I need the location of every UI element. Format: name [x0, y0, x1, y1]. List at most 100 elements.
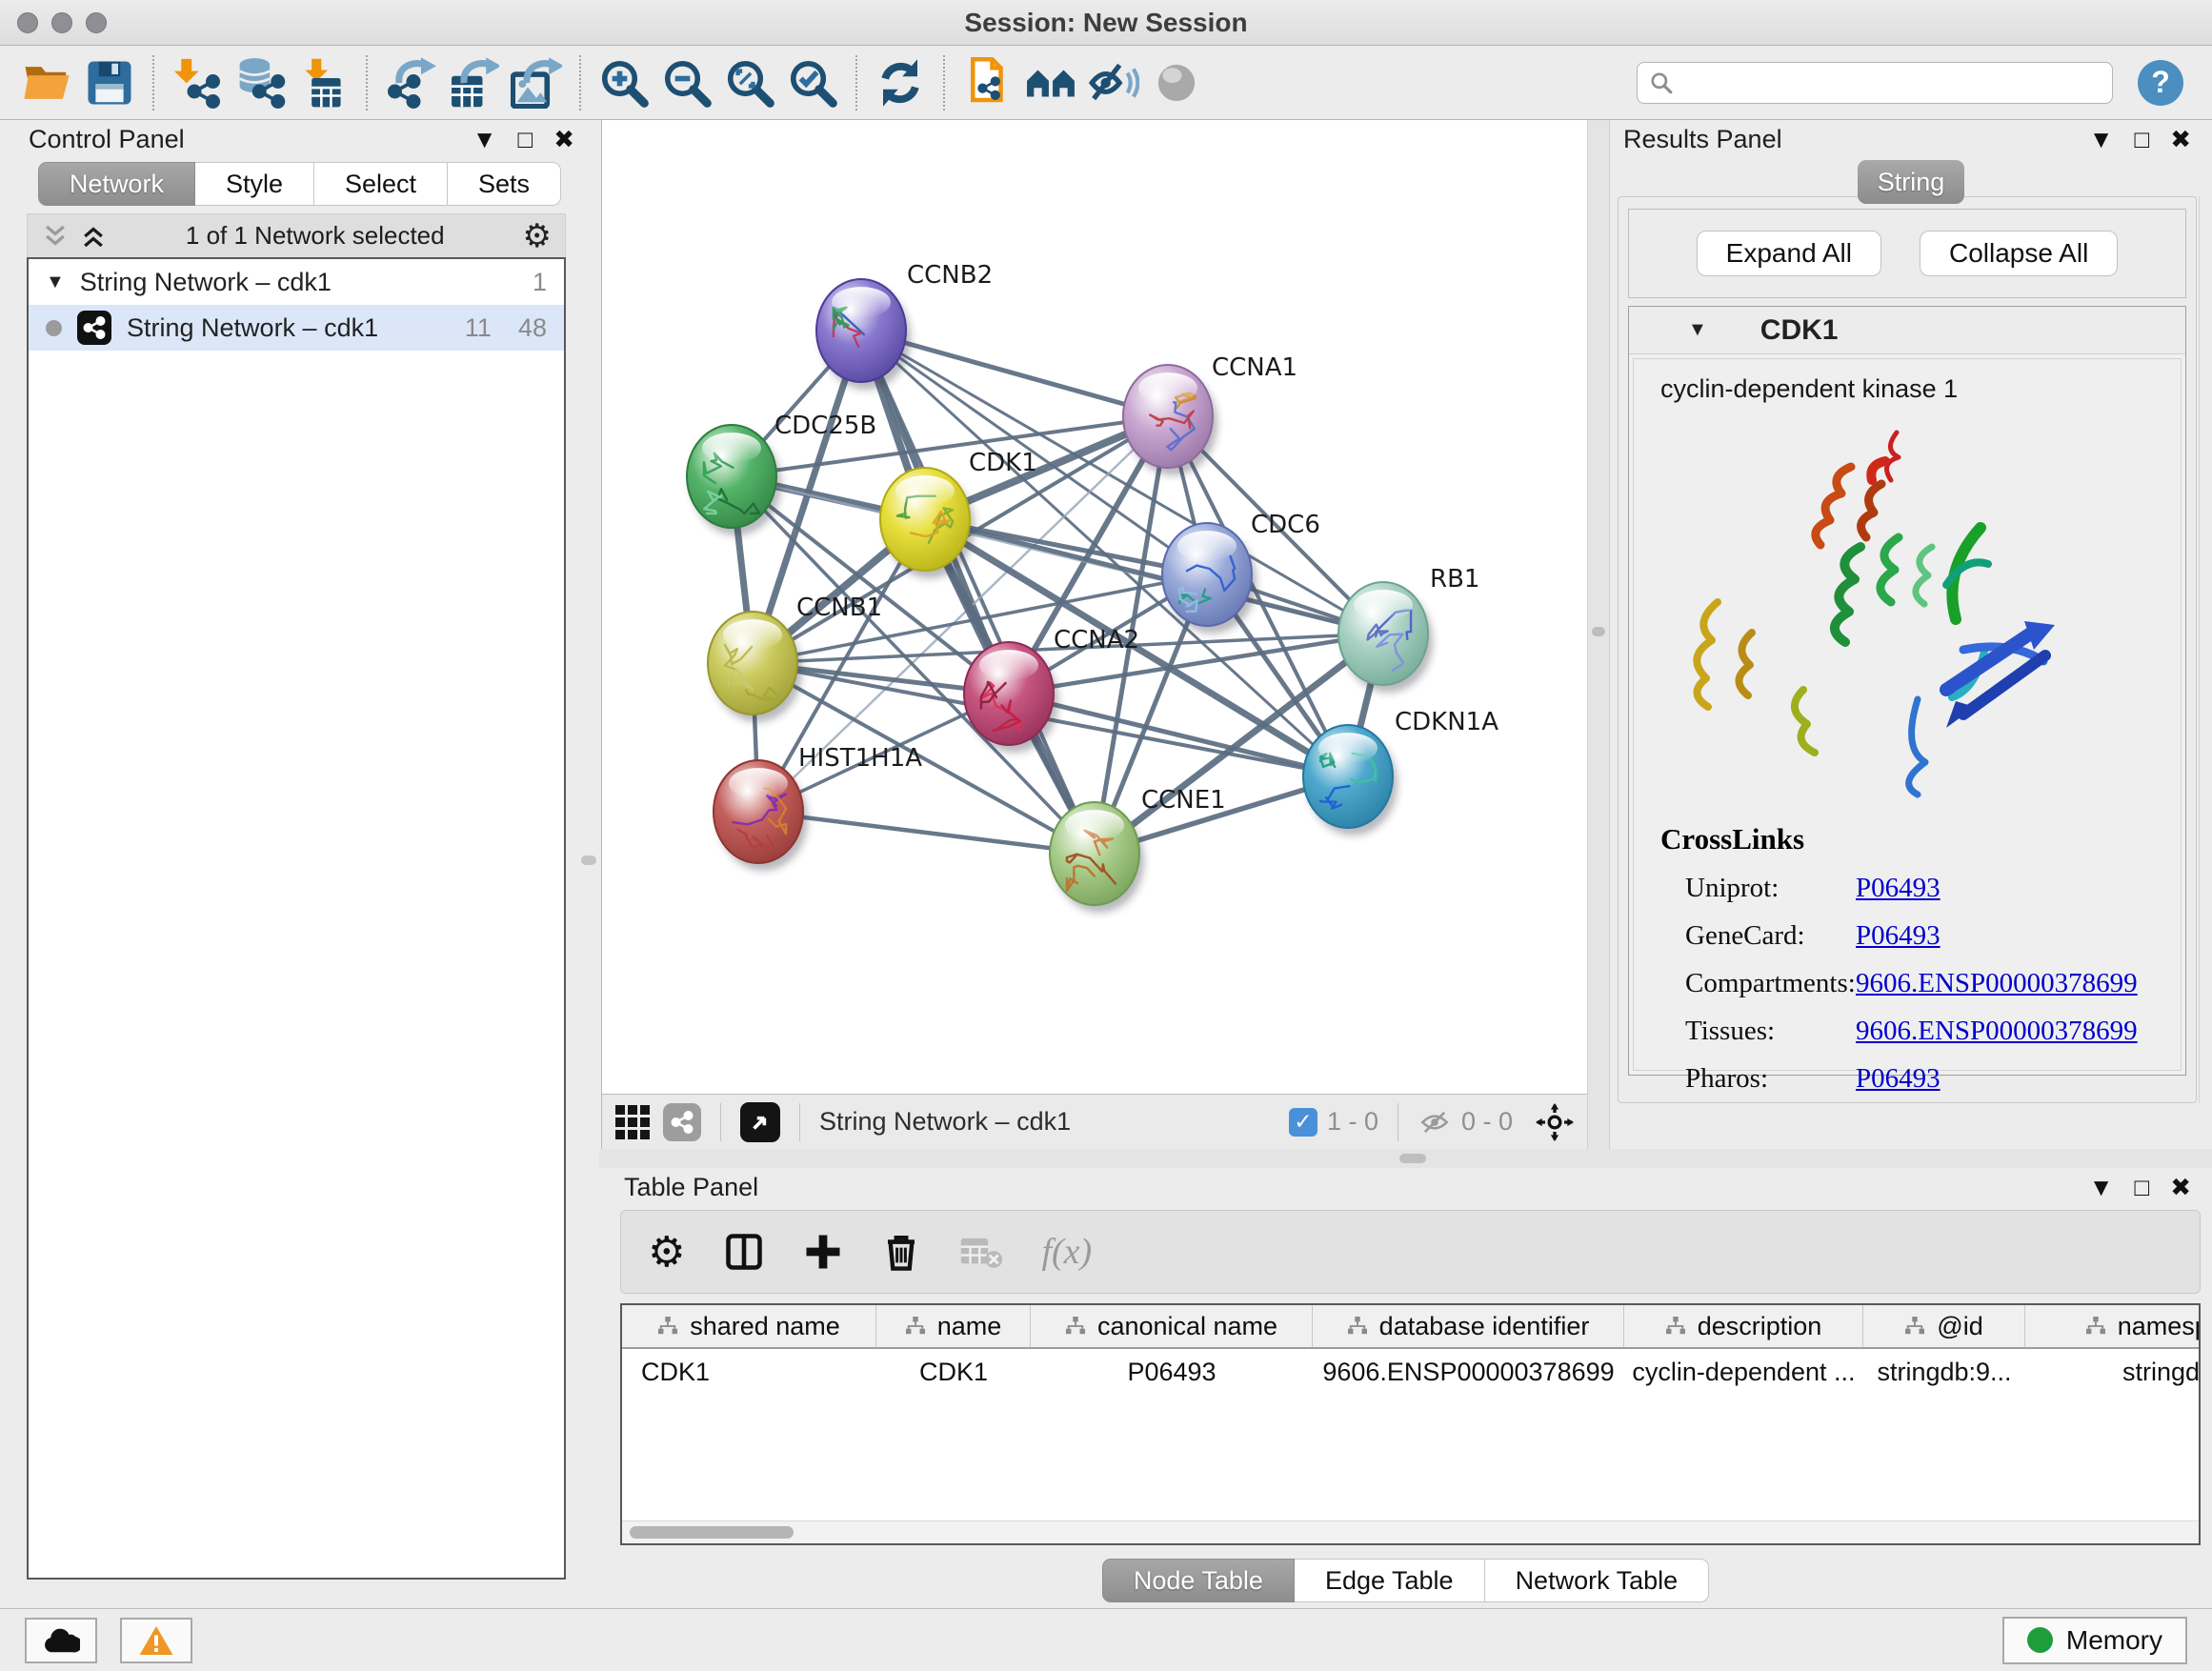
- zoom-selected-button[interactable]: [781, 52, 844, 113]
- export-table-file-button[interactable]: [442, 52, 505, 113]
- control-panel-divider-handle[interactable]: [581, 856, 596, 865]
- network-node-RB1[interactable]: [1338, 582, 1433, 693]
- canvas-results-divider[interactable]: [1587, 120, 1610, 1149]
- toggle-graphics-button[interactable]: [1145, 52, 1208, 113]
- node-label-CDC6: CDC6: [1251, 511, 1320, 539]
- panel-close-icon[interactable]: ✖: [2170, 1173, 2191, 1202]
- results-scrollbar[interactable]: [2199, 196, 2212, 1103]
- network-node-CCNA1[interactable]: [1123, 365, 1217, 475]
- expander-icon[interactable]: ▼: [46, 272, 65, 293]
- expand-all-icon[interactable]: [79, 222, 108, 251]
- tab-network-table[interactable]: Network Table: [1485, 1559, 1710, 1602]
- cloud-button[interactable]: [25, 1618, 97, 1663]
- memory-button[interactable]: Memory: [2002, 1617, 2187, 1664]
- zoom-in-button[interactable]: [593, 52, 655, 113]
- network-node-CDKN1A[interactable]: [1303, 725, 1398, 836]
- network-edge[interactable]: [861, 331, 1095, 854]
- export-image-button[interactable]: [505, 52, 568, 113]
- network-canvas[interactable]: CCNB2CCNA1CDC25BCDK1CDC6RB1CCNB1CCNA2CDK…: [601, 120, 1587, 1094]
- help-button[interactable]: ?: [2138, 60, 2183, 106]
- network-node-CCNB2[interactable]: [816, 279, 911, 390]
- import-network-file-button[interactable]: [166, 52, 229, 113]
- panel-close-icon[interactable]: ✖: [2170, 125, 2191, 154]
- crosslink-link[interactable]: P06493: [1856, 1063, 1941, 1095]
- network-row[interactable]: String Network – cdk1 11 48: [29, 305, 564, 351]
- save-session-button[interactable]: [78, 52, 141, 113]
- hidden-eye-icon[interactable]: [1418, 1109, 1452, 1136]
- column-header[interactable]: name: [876, 1305, 1031, 1347]
- tab-sets[interactable]: Sets: [448, 162, 561, 206]
- tab-style[interactable]: Style: [195, 162, 314, 206]
- collapse-all-button[interactable]: Collapse All: [1920, 231, 2118, 276]
- column-header[interactable]: namespace: [2025, 1305, 2201, 1347]
- zoom-out-button[interactable]: [655, 52, 718, 113]
- hide-selected-button[interactable]: [1082, 52, 1145, 113]
- panel-menu-icon[interactable]: ▼: [2089, 1173, 2114, 1202]
- create-column-plus-icon[interactable]: [803, 1232, 843, 1272]
- crosslink-row: Pharos:P06493: [1660, 1063, 2181, 1095]
- apply-layout-button[interactable]: [869, 52, 932, 113]
- warnings-button[interactable]: [120, 1618, 192, 1663]
- show-all-button[interactable]: [1019, 52, 1082, 113]
- network-node-CCNE1[interactable]: [1050, 802, 1144, 913]
- table-cell: 9606.ENSP00000378699: [1313, 1358, 1624, 1387]
- column-header[interactable]: database identifier: [1313, 1305, 1624, 1347]
- collapse-all-icon[interactable]: [41, 222, 70, 251]
- network-node-CCNB1[interactable]: [708, 612, 802, 722]
- delete-column-trash-icon[interactable]: [881, 1232, 921, 1272]
- crosslink-link[interactable]: 9606.ENSP00000378699: [1856, 968, 2138, 999]
- tab-select[interactable]: Select: [314, 162, 448, 206]
- birdseye-view-icon[interactable]: [740, 1102, 780, 1142]
- panel-float-icon[interactable]: □: [2134, 1173, 2149, 1202]
- table-row[interactable]: CDK1CDK1P064939606.ENSP00000378699cyclin…: [622, 1349, 2199, 1395]
- network-options-gear-icon[interactable]: ⚙: [523, 217, 552, 255]
- open-panel-button[interactable]: [956, 52, 1019, 113]
- column-header[interactable]: @id: [1863, 1305, 2025, 1347]
- delete-table-icon: [959, 1232, 1003, 1272]
- network-node-CDC25B[interactable]: [687, 425, 781, 535]
- show-columns-icon[interactable]: [723, 1231, 765, 1273]
- network-collection-row[interactable]: ▼ String Network – cdk1 1: [29, 259, 564, 305]
- entry-expander-icon[interactable]: ▼: [1688, 319, 1707, 341]
- column-header[interactable]: canonical name: [1031, 1305, 1313, 1347]
- panel-float-icon[interactable]: □: [517, 125, 533, 154]
- import-network-database-button[interactable]: [229, 52, 292, 113]
- open-folder-icon: [21, 57, 72, 109]
- zoom-fit-button[interactable]: [718, 52, 781, 113]
- column-header[interactable]: description: [1624, 1305, 1863, 1347]
- import-table-file-button[interactable]: [292, 52, 354, 113]
- panel-close-icon[interactable]: ✖: [553, 125, 574, 154]
- network-type-icon[interactable]: [663, 1103, 701, 1141]
- panel-menu-icon[interactable]: ▼: [473, 125, 497, 154]
- pan-crosshair-icon[interactable]: [1536, 1103, 1574, 1141]
- network-node-CDC6[interactable]: [1162, 523, 1257, 634]
- node-table[interactable]: shared namenamecanonical namedatabase id…: [620, 1303, 2201, 1545]
- panel-float-icon[interactable]: □: [2134, 125, 2149, 154]
- search-input[interactable]: [1683, 68, 2101, 97]
- window-titlebar: Session: New Session: [0, 0, 2212, 46]
- node-count: 11: [465, 313, 492, 343]
- selected-checkbox-icon[interactable]: ✓: [1289, 1108, 1317, 1137]
- network-node-CCNA2[interactable]: [964, 642, 1058, 753]
- tab-node-table[interactable]: Node Table: [1102, 1559, 1295, 1602]
- expand-all-button[interactable]: Expand All: [1697, 231, 1881, 276]
- results-tab-string[interactable]: String: [1858, 160, 1964, 204]
- network-node-CDK1[interactable]: [880, 468, 975, 578]
- crosslink-link[interactable]: P06493: [1856, 873, 1941, 904]
- crosslink-link[interactable]: P06493: [1856, 920, 1941, 952]
- open-session-button[interactable]: [15, 52, 78, 113]
- node-label-CCNB2: CCNB2: [907, 261, 993, 290]
- network-edge[interactable]: [758, 812, 1095, 854]
- column-header[interactable]: shared name: [622, 1305, 876, 1347]
- tab-network[interactable]: Network: [38, 162, 195, 206]
- table-settings-gear-icon[interactable]: ⚙: [648, 1228, 685, 1277]
- network-graph[interactable]: CCNB2CCNA1CDC25BCDK1CDC6RB1CCNB1CCNA2CDK…: [602, 120, 1588, 1094]
- panel-menu-icon[interactable]: ▼: [2089, 125, 2114, 154]
- export-network-file-button[interactable]: [379, 52, 442, 113]
- canvas-table-divider[interactable]: [599, 1149, 2212, 1168]
- tab-edge-table[interactable]: Edge Table: [1295, 1559, 1485, 1602]
- grid-view-icon[interactable]: [615, 1105, 650, 1139]
- crosslink-link[interactable]: 9606.ENSP00000378699: [1856, 1016, 2138, 1047]
- node-entry-header[interactable]: ▼ CDK1: [1629, 307, 2185, 354]
- table-hscrollbar[interactable]: [622, 1520, 2199, 1543]
